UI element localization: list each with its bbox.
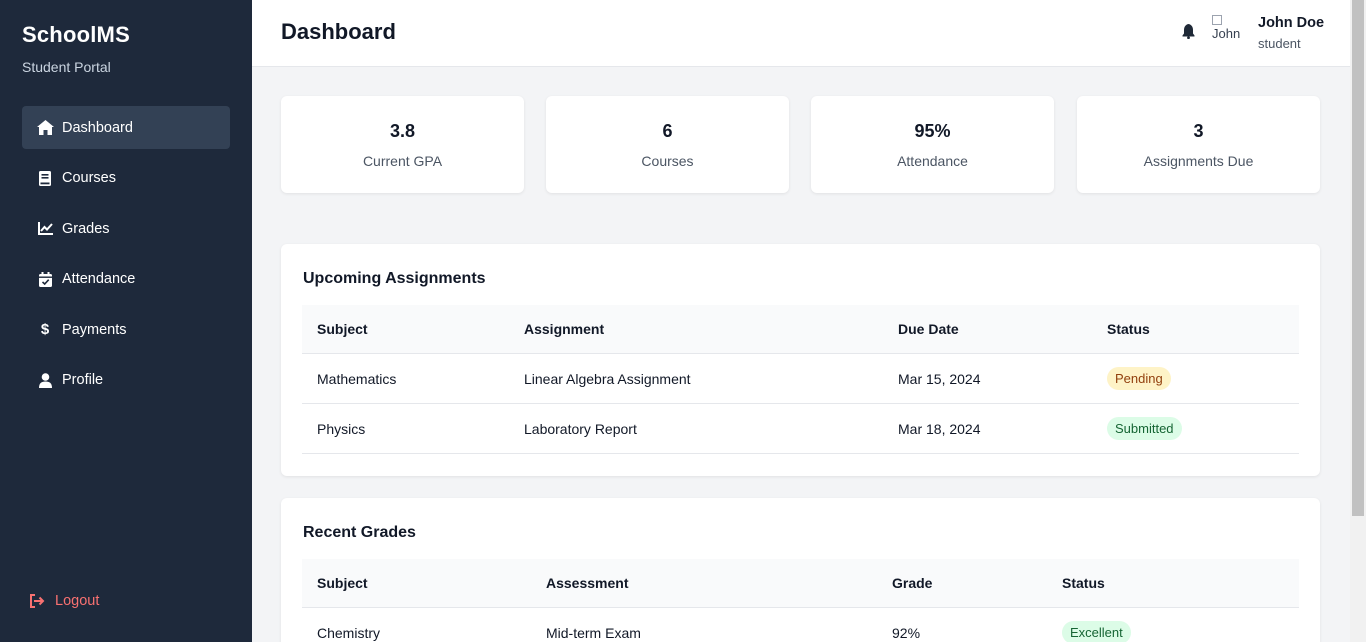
stat-label: Current GPA: [362, 153, 443, 169]
cell-due-date: Mar 15, 2024: [898, 370, 981, 387]
home-icon: [36, 119, 54, 137]
cell-subject: Physics: [317, 420, 366, 437]
column-header-subject[interactable]: Subject: [317, 305, 368, 353]
page-scrollbar[interactable]: [1350, 0, 1366, 642]
brand-logo[interactable]: SchoolMS: [22, 22, 130, 48]
stat-label: Attendance: [897, 153, 968, 169]
user-icon: [36, 371, 54, 389]
sign-out-icon: [28, 592, 46, 610]
sidebar-item-dashboard[interactable]: Dashboard: [22, 106, 230, 149]
avatar-alt-text: John: [1212, 26, 1241, 41]
cell-assessment: Mid-term Exam: [546, 624, 641, 641]
cell-assignment: Linear Algebra Assignment: [524, 370, 691, 387]
stat-card-gpa: 3.8 Current GPA: [281, 96, 524, 193]
column-header-due-date[interactable]: Due Date: [898, 305, 959, 353]
column-header-status[interactable]: Status: [1062, 559, 1105, 607]
table-header: Subject Assignment Due Date Status: [302, 305, 1299, 354]
sidebar-item-courses[interactable]: Courses: [22, 157, 230, 200]
sidebar: SchoolMS Student Portal Dashboard Course…: [0, 0, 252, 642]
upcoming-assignments-panel: Upcoming Assignments Subject Assignment …: [281, 244, 1320, 476]
sidebar-item-label: Profile: [62, 372, 104, 388]
stat-label: Assignments Due: [1143, 153, 1254, 169]
dollar-icon: $: [40, 321, 50, 338]
page-title: Dashboard: [281, 19, 396, 44]
table-row[interactable]: Mathematics Linear Algebra Assignment Ma…: [302, 354, 1299, 404]
assignments-table: Subject Assignment Due Date Status Mathe…: [302, 305, 1299, 454]
status-badge: Pending: [1107, 367, 1171, 390]
table-row[interactable]: Physics Laboratory Report Mar 18, 2024 S…: [302, 404, 1299, 454]
panel-title: Upcoming Assignments: [303, 270, 486, 287]
column-header-assessment[interactable]: Assessment: [546, 559, 629, 607]
chart-line-icon: [36, 220, 54, 238]
sidebar-item-label: Grades: [62, 220, 110, 237]
sidebar-item-payments[interactable]: $ Payments: [22, 308, 230, 351]
grades-table: Subject Assessment Grade Status Chemistr…: [302, 559, 1299, 642]
top-header: Dashboard John John Doe student: [252, 0, 1350, 67]
stat-label: Courses: [641, 153, 694, 169]
column-header-subject[interactable]: Subject: [317, 559, 368, 607]
column-header-grade[interactable]: Grade: [892, 559, 932, 607]
stat-card-courses: 6 Courses: [546, 96, 789, 193]
stat-card-attendance: 95% Attendance: [811, 96, 1054, 193]
user-name: John Doe: [1258, 15, 1325, 31]
bell-icon[interactable]: [1182, 24, 1196, 40]
scrollbar-thumb[interactable]: [1352, 0, 1364, 516]
table-row[interactable]: Chemistry Mid-term Exam 92% Excellent: [302, 608, 1299, 642]
stat-value: 6: [662, 121, 673, 141]
brand-subtitle: Student Portal: [22, 59, 111, 75]
stat-card-assignments-due: 3 Assignments Due: [1077, 96, 1320, 193]
sidebar-item-label: Payments: [62, 321, 127, 338]
avatar[interactable]: John: [1212, 14, 1246, 48]
book-icon: [36, 169, 54, 187]
sidebar-item-attendance[interactable]: Attendance: [22, 258, 230, 301]
broken-image-icon: [1212, 15, 1222, 25]
cell-due-date: Mar 18, 2024: [898, 420, 981, 437]
column-header-assignment[interactable]: Assignment: [524, 305, 604, 353]
stat-value: 3: [1193, 121, 1204, 141]
cell-subject: Chemistry: [317, 624, 381, 641]
logout-label: Logout: [55, 593, 100, 609]
sidebar-item-label: Attendance: [62, 271, 136, 287]
cell-grade: 92%: [892, 624, 921, 641]
cell-subject: Mathematics: [317, 370, 397, 387]
table-header: Subject Assessment Grade Status: [302, 559, 1299, 608]
logout-button[interactable]: Logout: [28, 592, 99, 610]
user-role: student: [1258, 36, 1301, 51]
sidebar-nav: Dashboard Courses Grades Attendance $ Pa…: [22, 106, 230, 409]
sidebar-item-label: Dashboard: [62, 119, 133, 136]
calendar-check-icon: [36, 270, 54, 288]
recent-grades-panel: Recent Grades Subject Assessment Grade S…: [281, 498, 1320, 642]
sidebar-item-profile[interactable]: Profile: [22, 359, 230, 402]
column-header-status[interactable]: Status: [1107, 305, 1150, 353]
panel-title: Recent Grades: [303, 524, 416, 541]
cell-assignment: Laboratory Report: [524, 420, 637, 437]
sidebar-item-label: Courses: [62, 170, 116, 186]
sidebar-item-grades[interactable]: Grades: [22, 207, 230, 250]
stat-value: 95%: [914, 121, 951, 141]
stat-value: 3.8: [389, 121, 416, 141]
status-badge: Submitted: [1107, 417, 1182, 440]
status-badge: Excellent: [1062, 621, 1131, 642]
